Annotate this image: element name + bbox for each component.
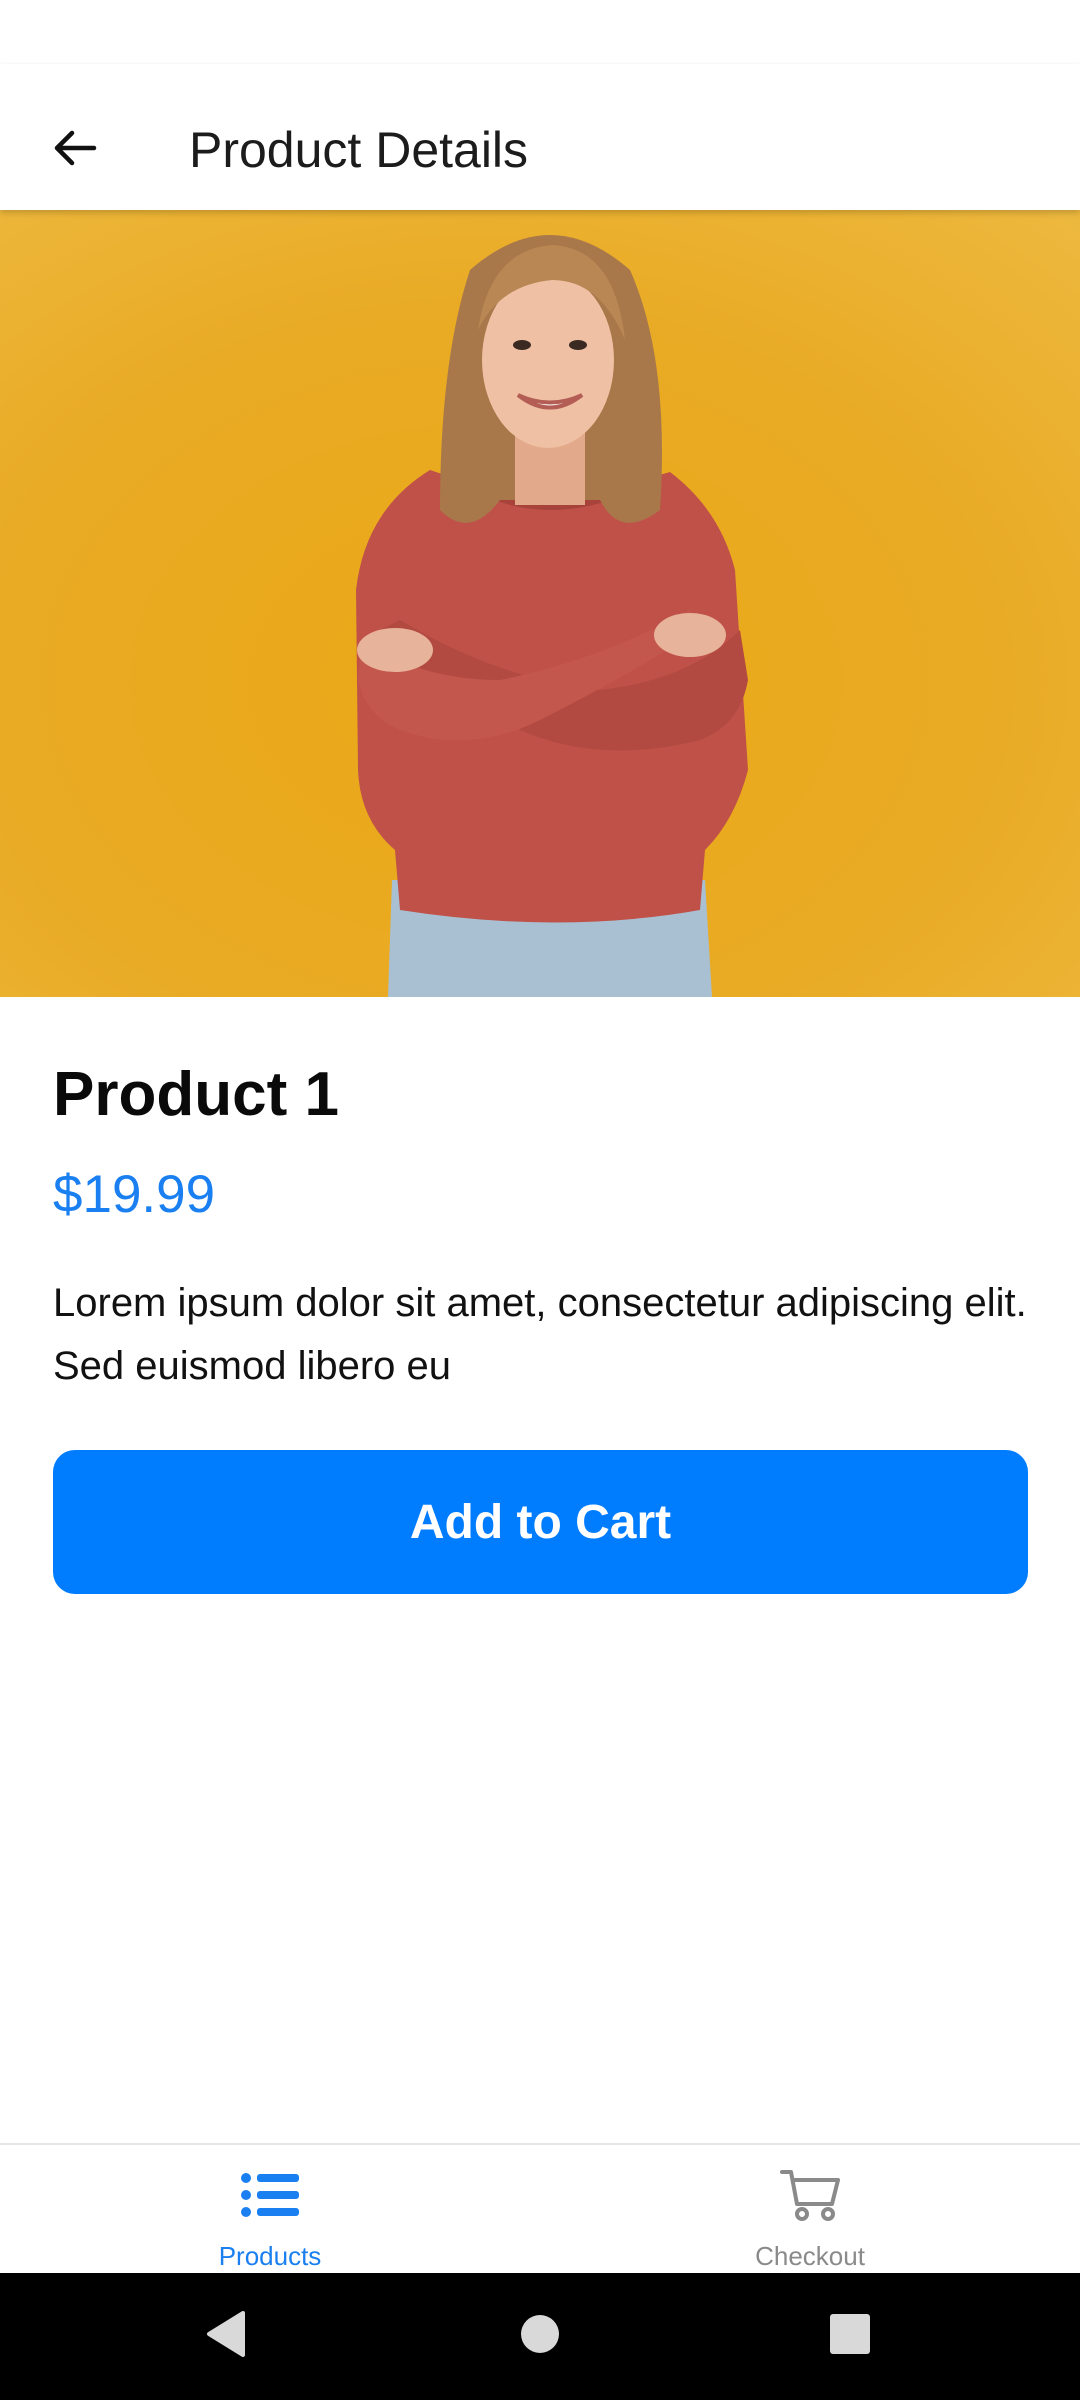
add-to-cart-button[interactable]: Add to Cart: [53, 1450, 1028, 1594]
product-name: Product 1: [53, 1060, 339, 1129]
back-triangle-icon: [203, 2309, 247, 2364]
status-bar: [0, 0, 1080, 64]
system-recents-button[interactable]: [770, 2273, 930, 2400]
page-title: Product Details: [189, 122, 529, 178]
product-description: Lorem ipsum dolor sit amet, consectetur …: [53, 1281, 1027, 1388]
system-home-button[interactable]: [460, 2273, 620, 2400]
nav-label-checkout: Checkout: [755, 2241, 865, 2271]
nav-item-checkout[interactable]: Checkout: [540, 2145, 1080, 2275]
home-circle-icon: [520, 2314, 560, 2359]
back-button[interactable]: [28, 104, 120, 196]
list-icon: [241, 2165, 299, 2225]
system-back-button[interactable]: [145, 2273, 305, 2400]
arrow-left-icon: [50, 124, 98, 177]
app-bar: Product Details: [0, 64, 1080, 210]
product-details-screen: Product Details Product 1 $19.99 Lorem i…: [0, 0, 1080, 2400]
cart-icon: [780, 2165, 840, 2225]
recents-square-icon: [829, 2313, 871, 2360]
bottom-navigation: Products Checkout: [0, 2143, 1080, 2273]
product-price: $19.99: [53, 1165, 216, 1224]
nav-item-products[interactable]: Products: [0, 2145, 540, 2275]
nav-label-products: Products: [218, 2241, 322, 2271]
system-navigation-bar: [0, 2273, 1080, 2400]
product-image: [0, 210, 1080, 997]
